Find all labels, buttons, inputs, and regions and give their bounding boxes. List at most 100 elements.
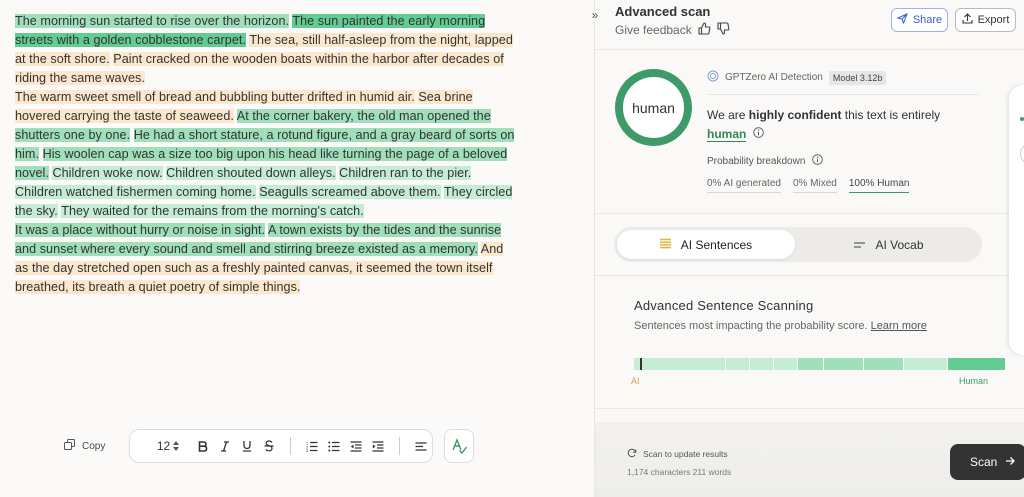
strikethrough-button[interactable] — [258, 434, 280, 458]
double-chevron-right-icon: » — [591, 8, 599, 22]
scan-bar-cell[interactable] — [798, 358, 823, 370]
avatar — [1020, 143, 1024, 165]
divider — [595, 49, 1024, 50]
document-text[interactable]: The morning sun started to rise over the… — [15, 12, 520, 297]
divider — [595, 213, 1024, 214]
sentence[interactable]: Children woke now. — [52, 166, 163, 180]
italic-button[interactable] — [214, 434, 236, 458]
panel-title: Advanced scan — [615, 4, 711, 19]
confidence-statement: We are highly confident this text is ent… — [707, 106, 967, 144]
sentence[interactable]: Seagulls screamed above them. — [259, 185, 441, 199]
tab-label: AI Sentences — [680, 237, 753, 252]
feedback-row: Give feedback — [615, 22, 730, 38]
scan-note: Scan to update results — [627, 448, 728, 460]
font-size-select[interactable]: 12 — [154, 434, 182, 458]
align-left-icon — [415, 441, 427, 451]
scan-note-text: Scan to update results — [643, 449, 728, 459]
scan-bar-cell[interactable] — [864, 358, 903, 370]
format-toolbar: 12 123 — [129, 429, 433, 463]
scan-label: Scan — [970, 455, 998, 469]
bullet-list-button[interactable] — [323, 434, 345, 458]
spellcheck-icon — [452, 438, 467, 454]
export-label: Export — [977, 14, 1010, 26]
divider — [595, 275, 1024, 276]
sentence[interactable]: Children ran to the pier. — [339, 166, 472, 180]
probability-values: 0% AI generated 0% Mixed 100% Human — [707, 178, 910, 193]
lines-icon — [659, 238, 671, 252]
indent-icon — [372, 440, 384, 452]
outdent-icon — [350, 440, 362, 452]
scale-ai-label: AI — [631, 376, 640, 386]
prob-mixed: 0% Mixed — [792, 178, 837, 193]
prob-human: 100% Human — [848, 178, 910, 193]
paragraph: The warm sweet smell of bread and bubbli… — [15, 88, 520, 221]
prob-ai: 0% AI generated — [707, 178, 781, 193]
scan-bar-cell[interactable] — [904, 358, 947, 370]
share-button[interactable]: Share — [891, 8, 948, 32]
underline-button[interactable] — [236, 434, 258, 458]
sentence[interactable]: The morning sun started to rise over the… — [15, 14, 290, 28]
info-icon[interactable] — [812, 154, 824, 168]
scan-bar-cell[interactable] — [948, 358, 1005, 370]
sentence[interactable]: Children shouted down alleys. — [166, 166, 336, 180]
sentence[interactable]: It was a place without hurry or noise in… — [15, 223, 266, 237]
scan-bar-cell[interactable] — [726, 358, 749, 370]
confidence-prefix: We are — [707, 108, 749, 122]
scan-bar-cell[interactable] — [750, 358, 773, 370]
scan-button[interactable]: Scan — [950, 444, 1024, 480]
arrow-right-icon — [1005, 455, 1016, 469]
paragraph: It was a place without hurry or noise in… — [15, 221, 520, 297]
advanced-scanning-subtitle: Sentences most impacting the probability… — [634, 320, 927, 332]
toolbar-divider — [399, 437, 400, 455]
refresh-icon — [627, 448, 637, 460]
side-drawer-tab[interactable] — [1009, 85, 1024, 355]
advanced-scanning-title: Advanced Sentence Scanning — [634, 298, 814, 313]
status-dot — [1020, 117, 1024, 121]
scan-bar-cell[interactable] — [824, 358, 863, 370]
confidence-suffix: this text is entirely — [841, 108, 941, 122]
gptzero-logo-icon — [707, 70, 719, 85]
tab-ai-vocab[interactable]: AI Vocab — [800, 230, 978, 259]
scan-bar-cell[interactable] — [634, 358, 725, 370]
model-badge: Model 3.12b — [828, 70, 887, 85]
copy-icon — [64, 439, 75, 453]
probability-breakdown: Probability breakdown — [707, 154, 824, 168]
copy-label: Copy — [82, 440, 106, 452]
copy-button[interactable]: Copy — [64, 436, 105, 456]
strikethrough-icon — [264, 440, 274, 452]
result-label: human — [632, 99, 675, 116]
sentence[interactable]: The warm sweet smell of bread and bubbli… — [15, 90, 415, 104]
scan-marker — [640, 358, 642, 370]
indent-button[interactable] — [367, 434, 389, 458]
numbered-list-icon: 123 — [306, 441, 318, 452]
probability-label: Probability breakdown — [707, 155, 806, 167]
outdent-button[interactable] — [345, 434, 367, 458]
thumbs-down-icon[interactable] — [717, 22, 730, 38]
updown-icon — [173, 441, 180, 451]
sentence-scan-bar[interactable] — [634, 358, 1005, 370]
divider — [595, 408, 1024, 409]
tab-label: AI Vocab — [875, 237, 924, 252]
underline-icon — [243, 441, 251, 452]
numbered-list-button[interactable]: 123 — [301, 434, 323, 458]
toolbar-divider — [290, 437, 291, 455]
document-editor[interactable]: The morning sun started to rise over the… — [0, 0, 594, 497]
learn-more-link[interactable]: Learn more — [871, 320, 927, 332]
sentence[interactable]: They waited for the remains from the mor… — [61, 204, 364, 218]
export-button[interactable]: Export — [955, 8, 1016, 32]
collapse-panel-button[interactable]: » — [586, 5, 604, 25]
tab-ai-sentences[interactable]: AI Sentences — [617, 230, 795, 259]
character-count: 1,174 characters 211 words — [627, 467, 732, 477]
analysis-tabs: AI Sentences AI Vocab — [614, 227, 982, 262]
divider — [707, 94, 979, 95]
confidence-result: human — [707, 127, 747, 142]
detector-row: GPTZero AI Detection Model 3.12b — [707, 70, 887, 85]
bold-button[interactable] — [192, 434, 214, 458]
info-icon[interactable] — [752, 125, 764, 144]
feedback-label: Give feedback — [615, 23, 692, 37]
sentence[interactable]: Children watched fishermen coming home. — [15, 185, 256, 199]
thumbs-up-icon[interactable] — [698, 22, 711, 38]
writing-assistant-button[interactable] — [444, 429, 474, 463]
align-left-button[interactable] — [410, 434, 432, 458]
scan-bar-cell[interactable] — [774, 358, 797, 370]
